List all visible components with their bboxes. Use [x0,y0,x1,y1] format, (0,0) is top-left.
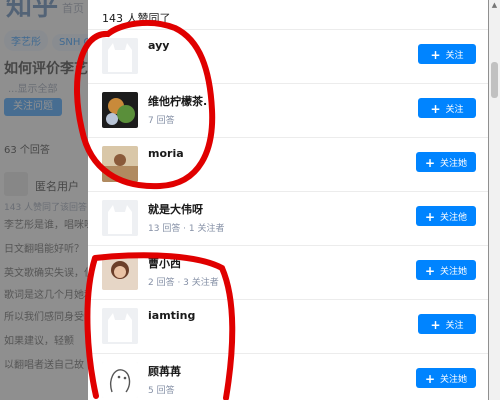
user-name[interactable]: 就是大伟呀 [148,201,203,217]
photo-avatar-icon[interactable] [102,146,138,182]
modal-title: 143 人赞同了 [102,12,171,25]
follow-button[interactable]: + 关注 [418,98,476,118]
user-name[interactable]: moria [148,147,184,160]
user-row: iamting + 关注 [88,299,488,354]
user-row: ayy + 关注 [88,29,488,84]
user-row: 顾苒苒 5 回答 + 关注她 [88,353,488,400]
user-name[interactable]: iamting [148,309,195,322]
user-name[interactable]: 顾苒苒 [148,363,181,379]
plus-icon: + [424,372,436,386]
follow-button[interactable]: + 关注她 [416,260,476,280]
user-name[interactable]: 维他柠檬茶. [148,93,207,109]
user-row: 曹小西 2 回答 · 3 关注者 + 关注她 [88,245,488,300]
follow-button[interactable]: + 关注 [418,314,476,334]
photo-avatar-icon[interactable] [102,254,138,290]
follow-button-label: 关注她 [440,159,468,169]
user-row: 就是大伟呀 13 回答 · 1 关注者 + 关注他 [88,191,488,246]
scroll-up-arrow-icon[interactable]: ▲ [489,0,500,11]
photo-avatar-icon[interactable] [102,92,138,128]
follow-button-label: 关注他 [440,213,468,223]
placeholder-avatar-icon[interactable] [102,38,138,74]
user-meta: 5 回答 [148,386,175,396]
user-row: moria + 关注她 [88,137,488,192]
plus-icon: + [430,102,441,116]
follow-button[interactable]: + 关注 [418,44,476,64]
scrollbar[interactable]: ▲ [489,0,500,400]
plus-icon: + [424,156,436,170]
scrollbar-thumb[interactable] [491,62,498,98]
plus-icon: + [424,264,436,278]
follow-button-label: 关注 [445,105,464,115]
placeholder-avatar-icon[interactable] [102,308,138,344]
plus-icon: + [430,48,441,62]
user-meta: 7 回答 [148,116,175,126]
user-name[interactable]: 曹小西 [148,255,181,271]
follow-button-label: 关注她 [440,375,468,385]
plus-icon: + [424,210,436,224]
placeholder-avatar-icon[interactable] [102,200,138,236]
user-row: 维他柠檬茶. 7 回答 + 关注 [88,83,488,138]
user-meta: 13 回答 · 1 关注者 [148,224,225,234]
follow-button[interactable]: + 关注他 [416,206,476,226]
plus-icon: + [430,318,441,332]
follow-button[interactable]: + 关注她 [416,368,476,388]
upvoters-modal: 143 人赞同了 ayy + 关注 维他柠檬茶. 7 回答 + 关注 moria +… [88,0,488,400]
follow-button-label: 关注 [445,51,464,61]
user-name[interactable]: ayy [148,39,169,52]
sketch-avatar-icon[interactable] [102,362,138,398]
follow-button[interactable]: + 关注她 [416,152,476,172]
user-meta: 2 回答 · 3 关注者 [148,278,219,288]
follow-button-label: 关注她 [440,267,468,277]
follow-button-label: 关注 [445,321,464,331]
